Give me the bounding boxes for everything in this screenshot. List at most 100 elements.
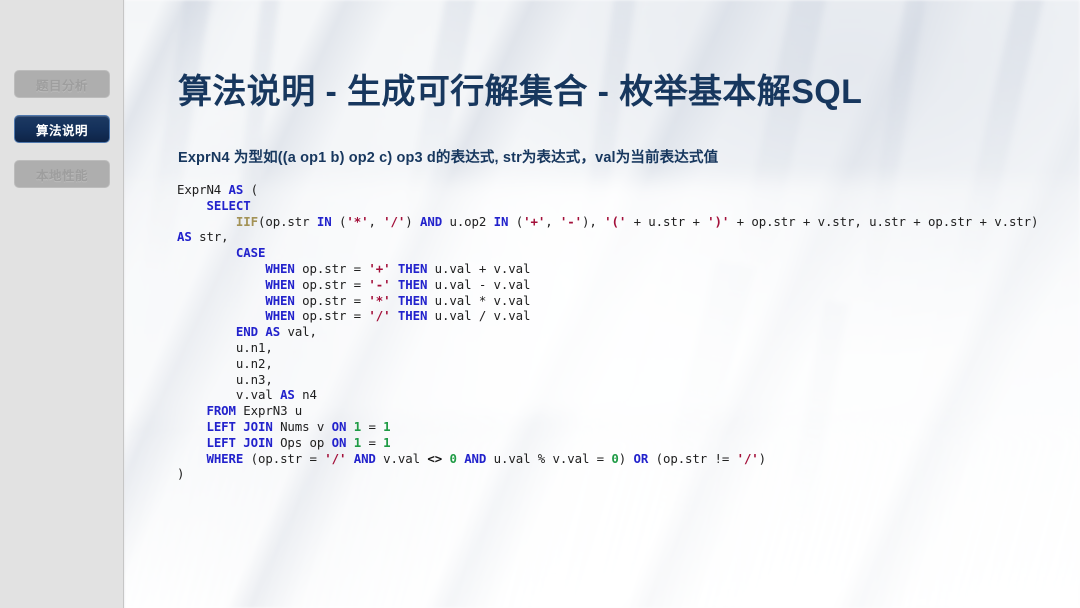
code-line: u.n2, <box>177 356 1057 372</box>
code-token: AS <box>265 324 281 340</box>
code-token: AS <box>280 387 295 403</box>
code-token: (op.str = <box>243 450 325 466</box>
sidebar-item-label: 算法说明 <box>35 123 88 138</box>
sidebar-item-local-performance[interactable]: 本地性能 <box>14 160 110 188</box>
code-token: IN <box>316 213 332 229</box>
code-token: ExprN4 <box>177 182 229 197</box>
code-line: ExprN4 AS ( <box>177 182 1057 198</box>
code-token: Nums v <box>272 418 332 434</box>
slide-subtitle: ExprN4 为型如((a op1 b) op2 c) op3 d的表达式, s… <box>178 150 719 166</box>
code-token: u.op2 <box>442 213 494 229</box>
code-token: SELECT <box>206 197 251 213</box>
code-token: '-' <box>368 276 391 292</box>
code-line: IIF(op.str IN ('*', '/') AND u.op2 IN ('… <box>177 214 1057 246</box>
code-token: AND <box>420 213 443 229</box>
code-token: LEFT JOIN <box>206 418 273 434</box>
code-token: AND <box>353 450 376 466</box>
code-line: WHEN op.str = '/' THEN u.val / v.val <box>177 308 1057 324</box>
code-token: AND <box>464 450 487 466</box>
code-line: CASE <box>177 245 1057 261</box>
sql-code-block: ExprN4 AS ( SELECT IIF(op.str IN ('*', '… <box>177 182 1057 482</box>
code-token: '/' <box>324 450 347 466</box>
code-token: op.str = <box>294 260 369 276</box>
code-token: THEN <box>397 276 428 292</box>
code-token: '+' <box>368 260 391 276</box>
code-token: WHEN <box>265 292 295 308</box>
code-token: '/' <box>736 450 759 466</box>
code-token: op.str = <box>294 308 369 324</box>
code-token: u.n3, <box>177 371 273 387</box>
code-token: WHERE <box>206 450 244 466</box>
sidebar-item-algorithm-description[interactable]: 算法说明 <box>14 115 110 143</box>
code-token: ) <box>618 450 634 466</box>
code-token: u.n1, <box>177 339 273 355</box>
code-token: WHEN <box>265 276 295 292</box>
code-line: WHERE (op.str = '/' AND v.val <> 0 AND u… <box>177 451 1057 467</box>
code-line: FROM ExprN3 u <box>177 403 1057 419</box>
code-token: ( <box>331 213 347 229</box>
code-token: str, <box>191 229 229 245</box>
sidebar-item-problem-analysis[interactable]: 题目分析 <box>14 70 110 98</box>
sidebar-nav: 题目分析 算法说明 本地性能 <box>0 0 126 608</box>
code-token: '*' <box>368 292 391 308</box>
code-token: + u.str + <box>626 213 708 229</box>
code-token: CASE <box>235 245 266 261</box>
code-token: '*' <box>346 213 369 229</box>
code-token: '(' <box>604 213 627 229</box>
code-token: op.str = <box>294 292 369 308</box>
code-line: WHEN op.str = '+' THEN u.val + v.val <box>177 261 1057 277</box>
code-token: ON <box>331 418 347 434</box>
code-token: 1 <box>353 418 362 434</box>
code-token: + op.str + v.str, u.str + op.str + v.str… <box>729 213 1046 229</box>
code-token: THEN <box>397 308 428 324</box>
code-token: 1 <box>383 434 391 450</box>
code-token: 1 <box>383 418 391 434</box>
code-token: v.val <box>375 450 428 466</box>
code-token: '/' <box>383 213 406 229</box>
code-token: 1 <box>353 434 362 450</box>
code-token: (op.str <box>257 213 317 229</box>
code-token: ON <box>331 434 347 450</box>
code-token: FROM <box>206 403 236 419</box>
code-token: u.val + v.val <box>427 260 531 276</box>
code-token: ExprN3 u <box>235 403 303 419</box>
code-token: ( <box>508 213 524 229</box>
code-token: u.val - v.val <box>427 276 531 292</box>
code-token: <> <box>427 450 443 466</box>
code-token: n4 <box>294 387 317 403</box>
code-token: ( <box>243 182 258 197</box>
code-line: u.n3, <box>177 372 1057 388</box>
code-token: 0 <box>449 450 457 466</box>
code-token: = <box>361 418 384 434</box>
code-token: '-' <box>559 213 583 229</box>
code-token: (op.str != <box>648 450 737 466</box>
code-token: u.n2, <box>177 355 273 371</box>
code-token: '+' <box>523 213 546 229</box>
code-token: = <box>361 434 384 450</box>
code-token: ) <box>177 466 185 482</box>
code-token: val, <box>280 324 317 340</box>
code-line: LEFT JOIN Nums v ON 1 = 1 <box>177 419 1057 435</box>
code-token: IN <box>493 213 509 229</box>
code-token: 0 <box>611 450 619 466</box>
sidebar-item-label: 本地性能 <box>35 168 88 183</box>
code-token: WHEN <box>265 260 295 276</box>
code-line: END AS val, <box>177 324 1057 340</box>
code-token: u.val * v.val <box>427 292 531 308</box>
code-token: THEN <box>397 292 428 308</box>
code-token: ), <box>582 213 605 229</box>
